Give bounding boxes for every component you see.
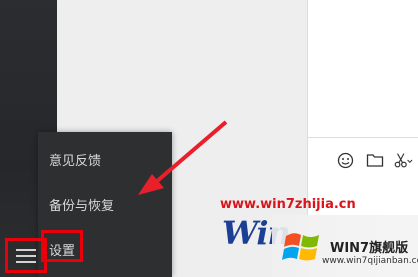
watermark-url: www.win7zhijia.cn	[220, 197, 356, 212]
windows-logo-icon	[282, 233, 319, 261]
watermark-badge-url: www.win7qijianban.com	[322, 256, 418, 266]
watermark-badge-title: WIN7旗舰版	[330, 241, 409, 256]
